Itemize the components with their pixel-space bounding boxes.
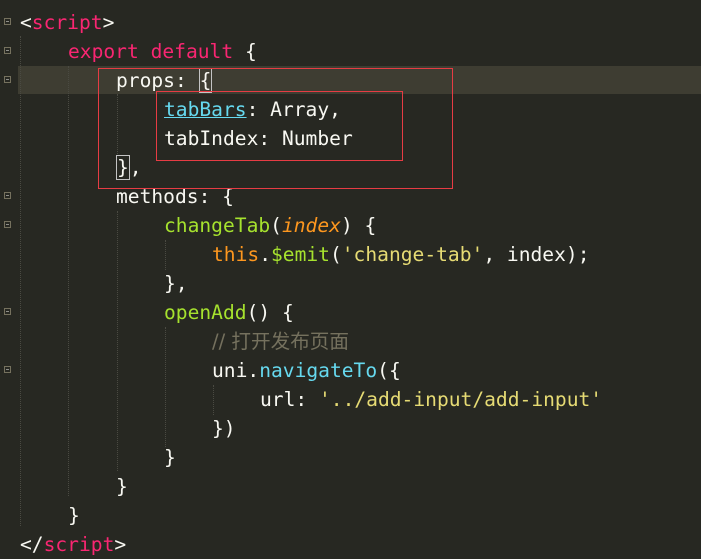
args-rest: , index); (483, 243, 590, 266)
code-line: openAdd() { (164, 298, 294, 327)
brace: } (68, 504, 80, 527)
code-editor[interactable]: <script> export default { props: { tabBa… (0, 0, 701, 557)
code-line: uni.navigateTo({ (212, 356, 401, 385)
tag-name: script (31, 11, 103, 34)
brace-paren: }) (212, 417, 236, 440)
brace: } (116, 475, 128, 498)
code-line: url: '../add-input/add-input' (260, 385, 602, 414)
annotation-box-inner (156, 91, 403, 161)
url-key: url (260, 388, 296, 411)
indent-guide (213, 385, 214, 415)
fold-toggle-icon[interactable] (4, 192, 11, 199)
brace: { (244, 40, 257, 63)
paren-brace: () { (246, 301, 294, 324)
tag-close: > (102, 11, 115, 34)
function-name: changeTab (164, 214, 271, 237)
tag-open: </ (20, 533, 44, 556)
fold-toggle-icon[interactable] (4, 47, 11, 54)
indent-guide (68, 66, 69, 496)
function-name: openAdd (164, 301, 247, 324)
gutter (0, 0, 18, 557)
method-name: navigateTo (259, 359, 378, 382)
comment: // 打开发布页面 (212, 330, 349, 353)
tag-close: > (114, 533, 127, 556)
code-line: this.$emit('change-tab', index); (212, 240, 590, 269)
parameter: index (281, 214, 341, 237)
this-keyword: this (212, 243, 260, 266)
paren-brace: ) { (340, 214, 377, 237)
dot: . (247, 359, 260, 382)
code-line: }, (164, 269, 188, 298)
fold-toggle-icon[interactable] (4, 18, 11, 25)
fold-toggle-icon[interactable] (4, 366, 11, 373)
indent-guide (165, 240, 166, 270)
code-line: } (116, 472, 128, 501)
code-line: // 打开发布页面 (212, 327, 349, 356)
code-line: changeTab(index) { (164, 211, 376, 240)
string-literal: 'change-tab' (341, 243, 484, 266)
paren: ( (270, 214, 282, 237)
paren: ( (329, 243, 342, 266)
string-literal: '../add-input/add-input' (318, 388, 603, 411)
fold-toggle-icon[interactable] (4, 76, 11, 83)
fold-toggle-icon[interactable] (4, 308, 11, 315)
tag-open: < (20, 11, 32, 34)
paren-brace: ({ (377, 359, 401, 382)
colon: : (295, 388, 319, 411)
code-line: } (164, 443, 176, 472)
indent-guide (20, 36, 21, 526)
indent-guide (165, 327, 166, 447)
object-name: uni (212, 359, 248, 382)
code-line: }) (212, 414, 236, 443)
brace: }, (164, 272, 188, 295)
code-line: <script> (20, 8, 114, 37)
code-line: } (68, 501, 80, 530)
code-line: export default { (68, 37, 257, 66)
code-line: </script> (20, 530, 126, 559)
indent-guide (117, 211, 118, 471)
keyword-default: default (150, 40, 234, 63)
emit-method: $emit (270, 243, 330, 266)
brace: } (164, 446, 176, 469)
tag-name: script (43, 533, 115, 556)
fold-toggle-icon[interactable] (4, 221, 11, 228)
keyword-export: export (68, 40, 139, 63)
dot: . (259, 243, 271, 266)
